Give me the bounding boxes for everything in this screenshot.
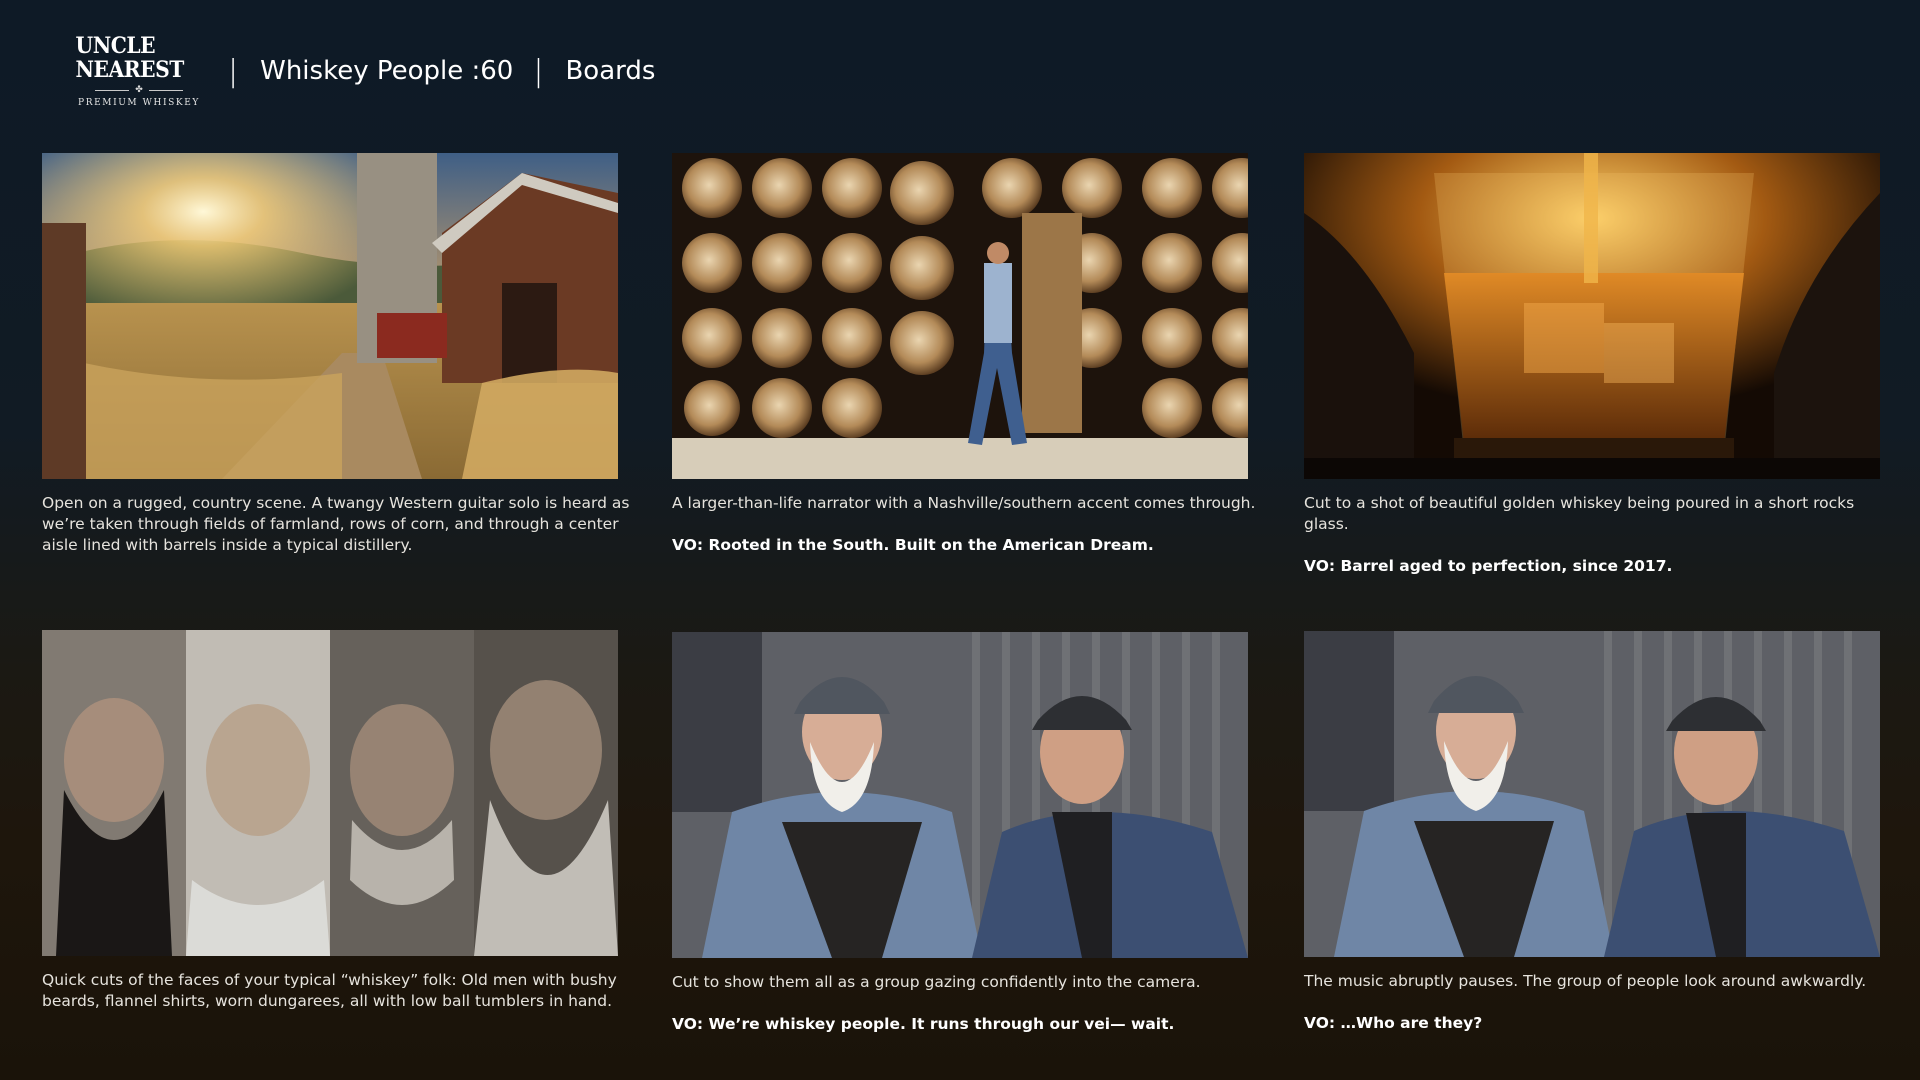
storyboard-panel-4: Quick cuts of the faces of your typical … [42,630,618,1012]
panel-voiceover: VO: …Who are they? [1304,1014,1483,1032]
storyboard-panel-5: Cut to show them all as a group gazing c… [672,632,1248,1035]
panel-description: Cut to show them all as a group gazing c… [672,973,1201,991]
logo-divider: ✤ [95,86,183,95]
faces-collage-image [42,630,618,956]
logo-subtitle: PREMIUM WHISKEY [78,98,200,108]
panel-voiceover: VO: Barrel aged to perfection, since 201… [1304,557,1673,575]
two-men-camera-image [672,632,1248,958]
section-title: Boards [565,56,656,86]
logo-clover-icon: ✤ [135,85,143,95]
panel-description: A larger-than-life narrator with a Nashv… [672,494,1256,512]
header-separator: | [228,53,239,89]
logo-rule-right [148,90,183,91]
header-separator: | [533,53,544,89]
barrel-warehouse-image [672,153,1248,479]
storyboard-panel-2: A larger-than-life narrator with a Nashv… [672,153,1255,556]
two-men-awkward-image [1304,631,1880,957]
storyboard-panel-3: Cut to a shot of beautiful golden whiske… [1304,153,1880,577]
panel-description: Open on a rugged, country scene. A twang… [42,494,630,554]
panel-description: Cut to a shot of beautiful golden whiske… [1304,494,1855,533]
panel-description: The music abruptly pauses. The group of … [1304,972,1867,990]
panel-voiceover: VO: Rooted in the South. Built on the Am… [672,536,1154,554]
project-title: Whiskey People :60 [260,56,514,86]
logo-wordmark: UNCLE NEAREST [75,33,185,83]
farm-scene-image [42,153,618,479]
panel-description: Quick cuts of the faces of your typical … [42,971,617,1010]
storyboard-panel-6: The music abruptly pauses. The group of … [1304,631,1880,1034]
header: UNCLE NEAREST ✤ PREMIUM WHISKEY | Whiske… [70,34,656,108]
logo-rule-left [95,90,130,91]
whiskey-glass-image [1304,153,1880,479]
storyboard-panel-1: Open on a rugged, country scene. A twang… [42,153,629,556]
panel-voiceover: VO: We’re whiskey people. It runs throug… [672,1015,1175,1033]
uncle-nearest-logo: UNCLE NEAREST ✤ PREMIUM WHISKEY [70,34,208,108]
